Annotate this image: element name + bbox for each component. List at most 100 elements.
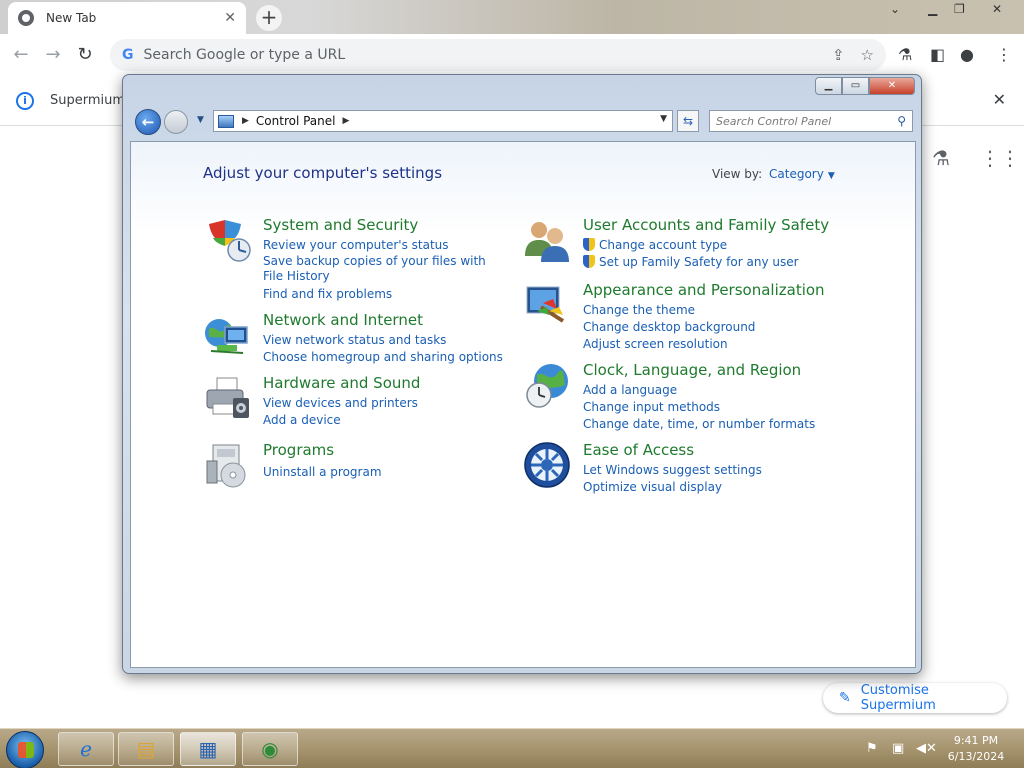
link-save-backup[interactable]: Save backup copies of your files with Fi…	[263, 254, 493, 284]
link-adjust-resolution[interactable]: Adjust screen resolution	[583, 336, 813, 353]
breadcrumb-chevron-icon[interactable]: ▶	[343, 116, 350, 126]
forward-button[interactable]	[164, 110, 188, 134]
link-choose-homegroup[interactable]: Choose homegroup and sharing options	[263, 349, 503, 366]
window-minimize-button[interactable]: ▁	[815, 77, 842, 95]
view-by-value: Category	[769, 167, 824, 181]
network-icon[interactable]: ▣	[892, 741, 904, 756]
category-title[interactable]: User Accounts and Family Safety	[583, 216, 829, 234]
clock-date: 6/13/2024	[947, 750, 1005, 763]
users-icon[interactable]	[523, 216, 571, 264]
search-control-panel-input[interactable]: Search Control Panel ⚲	[709, 110, 913, 132]
monitor-paint-icon[interactable]	[523, 281, 571, 329]
link-optimize-visual[interactable]: Optimize visual display	[583, 479, 813, 496]
link-windows-suggest[interactable]: Let Windows suggest settings	[583, 462, 813, 479]
recent-pages-dropdown-icon[interactable]: ▼	[197, 115, 204, 125]
minimize-icon[interactable]: ▁	[928, 2, 937, 16]
labs-flask-icon[interactable]: ⚗	[898, 45, 912, 64]
chevron-down-icon: ▼	[827, 171, 835, 181]
window-caption-buttons: ▁ ▭ ✕	[815, 77, 915, 95]
new-tab-button[interactable]: +	[256, 5, 282, 31]
internet-explorer-icon[interactable]: ℯ	[58, 732, 114, 766]
apps-grid-icon[interactable]: ⋮⋮⋮	[980, 146, 1024, 170]
google-g-icon: G	[122, 47, 134, 63]
breadcrumb-chevron-icon[interactable]: ▶	[242, 116, 249, 126]
ease-of-access-icon[interactable]	[523, 441, 571, 489]
customise-label: Customise Supermium	[860, 683, 936, 713]
window-close-button[interactable]: ✕	[869, 77, 915, 95]
back-button[interactable]: ←	[135, 109, 161, 135]
action-center-flag-icon[interactable]: ⚑	[866, 741, 878, 756]
omnibox[interactable]: G Search Google or type a URL ⇪ ☆	[110, 39, 886, 71]
link-change-background[interactable]: Change desktop background	[583, 319, 813, 336]
window-maximize-button[interactable]: ▭	[842, 77, 869, 95]
clock-time: 9:41 PM	[953, 734, 999, 747]
link-family-safety[interactable]: Set up Family Safety for any user	[583, 254, 813, 271]
browser-tab-strip: New Tab ✕ + ⌄ ▁ ❐ ✕	[0, 0, 1024, 34]
taskbar-clock[interactable]: 9:41 PM 6/13/2024	[944, 733, 1008, 765]
category-title[interactable]: Appearance and Personalization	[583, 281, 825, 299]
reload-icon[interactable]: ↻	[72, 42, 98, 68]
tab-close-icon[interactable]: ✕	[224, 10, 236, 26]
category-title[interactable]: Clock, Language, and Region	[583, 361, 801, 379]
shield-icon[interactable]	[203, 216, 251, 264]
file-explorer-folder-icon[interactable]: ▤	[118, 732, 174, 766]
link-review-status[interactable]: Review your computer's status	[263, 237, 493, 254]
supermium-browser-icon[interactable]: ◉	[242, 732, 298, 766]
explorer-navbar: ← ▼ ▶ Control Panel ▶ ▼ ⇆ Search Control…	[133, 107, 913, 137]
address-bar[interactable]: ▶ Control Panel ▶ ▼	[213, 110, 673, 132]
category-title[interactable]: Network and Internet	[263, 311, 423, 329]
taskbar: ℯ ▤ ▦ ◉ ⚑ ▣ ◀✕ 9:41 PM 6/13/2024	[0, 728, 1024, 768]
tab-new-tab[interactable]: New Tab ✕	[8, 2, 246, 34]
category-title[interactable]: Programs	[263, 441, 334, 459]
side-panel-icon[interactable]: ◧	[930, 45, 945, 64]
tab-search-chevron-icon[interactable]: ⌄	[890, 2, 900, 16]
forward-arrow-icon[interactable]: →	[40, 42, 66, 68]
breadcrumb-control-panel[interactable]: Control Panel	[256, 114, 336, 128]
clock-globe-icon[interactable]	[523, 361, 571, 409]
bookmark-star-icon[interactable]: ☆	[861, 46, 874, 64]
close-icon[interactable]: ✕	[992, 2, 1002, 16]
control-panel-window: ▁ ▭ ✕ ← ▼ ▶ Control Panel ▶ ▼ ⇆ Search C…	[122, 74, 922, 674]
back-arrow-icon[interactable]: ←	[8, 42, 34, 68]
labs-icon[interactable]: ⚗	[932, 146, 950, 170]
refresh-button[interactable]: ⇆	[677, 110, 699, 132]
share-icon[interactable]: ⇪	[832, 46, 845, 64]
link-add-device[interactable]: Add a device	[263, 412, 493, 429]
view-by-label: View by:	[712, 167, 763, 181]
category-title[interactable]: Ease of Access	[583, 441, 694, 459]
category-title[interactable]: Hardware and Sound	[263, 374, 420, 392]
printer-icon[interactable]	[203, 374, 251, 422]
search-icon[interactable]: ⚲	[897, 114, 906, 128]
volume-muted-icon[interactable]: ◀✕	[916, 741, 937, 756]
link-view-network-status[interactable]: View network status and tasks	[263, 332, 493, 349]
link-change-formats[interactable]: Change date, time, or number formats	[583, 416, 815, 433]
category-title[interactable]: System and Security	[263, 216, 418, 234]
menu-kebab-icon[interactable]: ⋮	[996, 45, 1012, 64]
pencil-icon: ✎	[839, 690, 851, 706]
programs-icon[interactable]	[203, 441, 251, 489]
address-dropdown-icon[interactable]: ▼	[660, 114, 667, 124]
link-change-input-methods[interactable]: Change input methods	[583, 399, 813, 416]
page-title: Adjust your computer's settings	[203, 164, 443, 182]
link-uninstall-program[interactable]: Uninstall a program	[263, 464, 493, 481]
link-add-language[interactable]: Add a language	[583, 382, 813, 399]
restore-icon[interactable]: ❐	[954, 2, 965, 16]
control-panel-taskbar-icon[interactable]: ▦	[180, 732, 236, 766]
link-text: Change account type	[599, 238, 728, 252]
uac-shield-icon	[583, 255, 595, 268]
customise-button[interactable]: ✎ Customise Supermium	[823, 683, 1007, 713]
link-change-theme[interactable]: Change the theme	[583, 302, 813, 319]
profile-avatar-icon[interactable]: ●	[960, 45, 974, 64]
infobar-close-icon[interactable]: ✕	[993, 90, 1006, 109]
link-view-devices-printers[interactable]: View devices and printers	[263, 395, 493, 412]
link-find-fix-problems[interactable]: Find and fix problems	[263, 286, 493, 303]
link-change-account-type[interactable]: Change account type	[583, 237, 813, 254]
globe-network-icon[interactable]	[203, 311, 251, 359]
chrome-icon	[18, 10, 34, 26]
view-by-dropdown[interactable]: Category ▼	[769, 167, 835, 181]
link-text: Set up Family Safety for any user	[599, 255, 799, 269]
start-button[interactable]	[6, 731, 44, 768]
control-panel-content: Adjust your computer's settings View by:…	[130, 141, 916, 668]
info-icon: i	[16, 91, 34, 110]
control-panel-icon	[218, 114, 234, 128]
